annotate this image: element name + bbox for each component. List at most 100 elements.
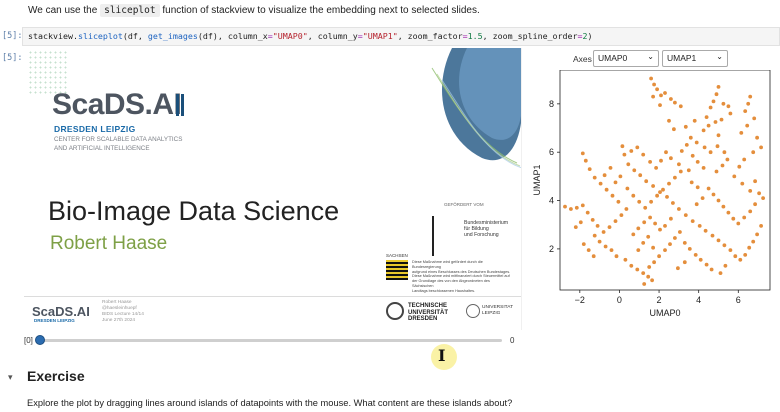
y-axis-select[interactable]: UMAP1 ⌄	[662, 50, 728, 67]
scatter-point	[706, 186, 711, 191]
scatter-point	[715, 144, 720, 149]
scatter-point	[678, 169, 683, 174]
scatter-point	[743, 253, 748, 257]
scatter-point	[683, 124, 688, 129]
scatter-point	[673, 236, 677, 240]
scatter-point	[719, 117, 724, 122]
scatter-point	[638, 173, 643, 178]
y-axis-label: UMAP1	[532, 164, 542, 195]
scatter-point	[716, 198, 721, 203]
scatter-point	[652, 82, 656, 87]
scatter-point	[698, 257, 703, 262]
scatter-point	[659, 158, 663, 163]
footer-info-line: June 27th 2024	[102, 318, 136, 323]
scatter-point	[625, 186, 630, 191]
code-token: stackview.	[28, 31, 78, 41]
scads-logo-city: DRESDEN LEIPZIG	[54, 124, 136, 134]
slide-image-viewer[interactable]: ScaDS.AI DRESDEN LEIPZIG CENTER FOR SCAL…	[24, 48, 522, 330]
scatter-point	[663, 248, 667, 253]
scatter-point	[602, 173, 607, 178]
scatter-point	[697, 224, 702, 228]
x-axis-select[interactable]: UMAP0 ⌄	[593, 50, 659, 67]
scatter-point	[618, 174, 623, 179]
x-tick-label: 4	[696, 295, 701, 305]
scatter-point	[623, 257, 628, 262]
scatter-point	[669, 156, 673, 161]
umap-scatter-plot[interactable]: −2 0 2 4 6 2 4 6 8 UMAP0 UMAP1	[530, 70, 776, 330]
scatter-point	[695, 160, 700, 164]
scatter-point	[651, 245, 655, 250]
scatter-point	[603, 244, 608, 249]
scatter-point	[667, 181, 671, 186]
scatter-point	[585, 210, 590, 215]
input-prompt: [5]:	[2, 31, 23, 41]
plot-ticks: −2 0 2 4 6 2 4 6 8	[549, 99, 741, 305]
scatter-point	[738, 257, 743, 262]
scatter-point	[701, 166, 706, 170]
scatter-point	[580, 203, 585, 208]
scatter-point	[676, 266, 680, 271]
scatter-point	[725, 157, 730, 162]
intro-text: We can use the sliceplot function of sta…	[28, 4, 480, 17]
x-tick-label: 6	[736, 295, 741, 305]
saxony-crest-icon	[386, 260, 408, 280]
scatter-point	[728, 248, 733, 253]
text-cursor-icon: I	[438, 346, 446, 365]
scatter-point	[657, 254, 661, 259]
scatter-point	[649, 199, 653, 204]
funding-label: GEFÖRDERT VOM	[444, 202, 484, 207]
scatter-point	[646, 274, 651, 279]
tud-line: DRESDEN	[408, 316, 438, 322]
code-token: sliceplot	[77, 31, 123, 41]
scatter-point	[635, 267, 640, 272]
scatter-point	[641, 152, 646, 157]
scatter-point	[648, 215, 652, 220]
scatter-point	[652, 260, 656, 265]
slice-slider-track[interactable]	[38, 339, 502, 342]
scatter-point	[574, 205, 579, 210]
scatter-point	[736, 221, 741, 226]
collapse-caret-icon[interactable]: ▾	[8, 372, 13, 383]
scatter-point	[684, 143, 689, 147]
code-token: 1.5	[467, 31, 483, 41]
scatter-point	[631, 232, 636, 237]
scatter-point	[667, 118, 671, 123]
scatter-point	[658, 190, 662, 194]
chevron-down-icon: ⌄	[647, 52, 654, 61]
scatter-point	[722, 150, 727, 155]
slice-slider-handle[interactable]	[35, 335, 45, 345]
code-cell[interactable]: stackview.sliceplot(df, get_images(df), …	[22, 27, 780, 46]
scatter-point	[710, 233, 715, 238]
scatter-point	[722, 243, 727, 248]
scatter-point	[595, 224, 600, 228]
scatter-point	[604, 187, 609, 192]
scatter-point	[626, 162, 631, 167]
scatter-point	[677, 162, 681, 167]
scatter-point	[740, 181, 745, 186]
scatter-point	[711, 99, 716, 104]
scatter-point	[721, 204, 726, 209]
scatter-point	[629, 149, 634, 153]
scatter-point	[704, 115, 709, 119]
scatter-point	[573, 225, 578, 230]
scatter-point	[673, 100, 677, 105]
scatter-point	[716, 238, 721, 243]
scatter-point	[711, 192, 716, 197]
scatter-point	[590, 218, 595, 222]
scatter-point	[759, 145, 763, 150]
scatter-point	[752, 116, 757, 121]
scatter-point	[631, 193, 636, 198]
scatter-point	[610, 193, 615, 198]
scatter-point	[648, 160, 652, 164]
scatter-point	[663, 91, 667, 95]
scatter-point	[664, 150, 668, 155]
scatter-point	[745, 123, 750, 128]
scatter-point	[655, 193, 659, 198]
leipzig-logo-icon	[466, 304, 480, 318]
scatter-point	[748, 189, 753, 193]
scatter-point	[721, 101, 726, 106]
exercise-heading: Exercise	[27, 368, 85, 384]
scatter-point	[663, 224, 667, 228]
scatter-point	[714, 169, 719, 174]
scatter-point	[563, 204, 567, 209]
